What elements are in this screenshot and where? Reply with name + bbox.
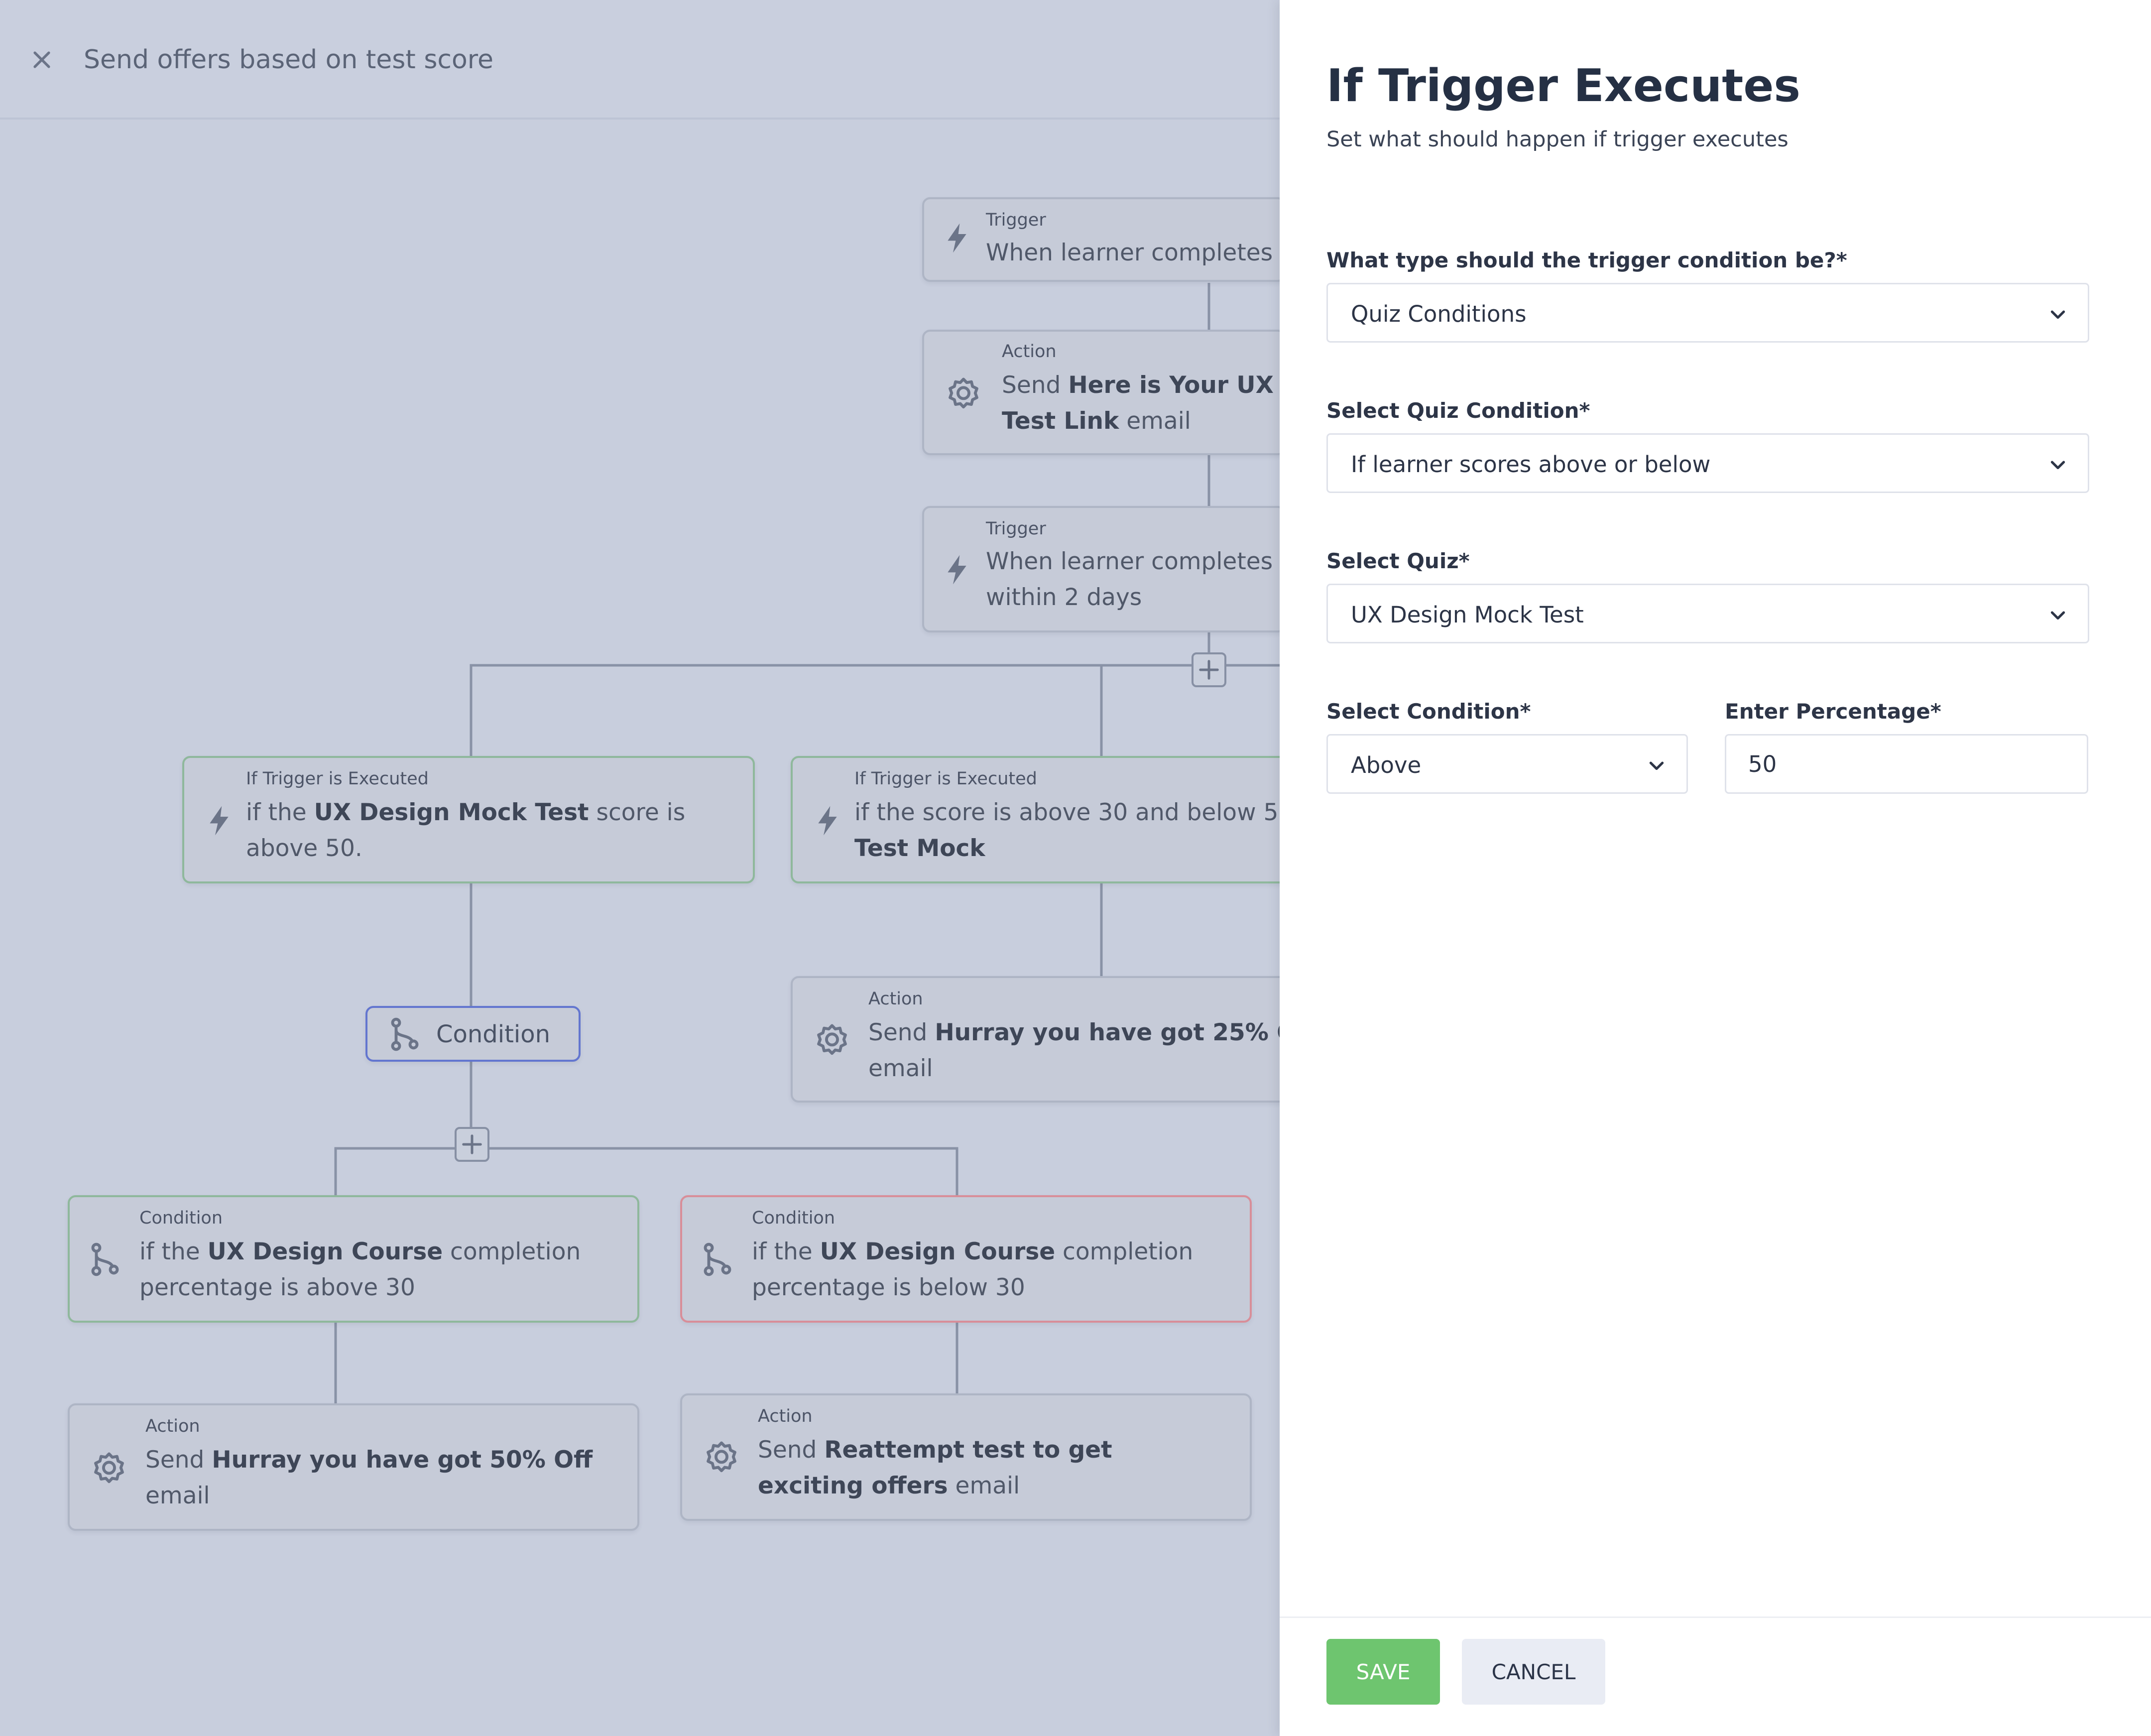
if-trigger-executed-node-left[interactable]: If Trigger is Executed if the UX Design … [182,756,755,883]
action-node-reattempt[interactable]: Action Send Reattempt test to get exciti… [680,1393,1252,1521]
node-kind-label: Action [868,989,923,1009]
quiz-condition-select[interactable]: If learner scores above or below [1326,433,2089,493]
node-kind-label: Trigger [986,519,1046,539]
bolt-icon [203,802,235,840]
node-description-line2: within 2 days [986,584,1142,611]
node-description: if the score is above 30 and below 50, [854,799,1280,826]
condition-node-above-30[interactable]: Condition if the UX Design Course comple… [68,1195,639,1323]
if-trigger-executed-node-right[interactable]: If Trigger is Executed if the score is a… [791,756,1280,883]
condition-label: Condition [436,1020,551,1048]
gear-icon [944,373,983,412]
chevron-down-icon [2048,605,2068,625]
add-condition-branch-button[interactable] [455,1127,489,1162]
trigger-node-1[interactable]: Trigger When learner completes UX [922,197,1280,282]
node-description: if the UX Design Course completion [752,1238,1194,1265]
node-description: When learner completes UX [986,239,1280,266]
condition-select[interactable]: Above [1326,734,1688,794]
node-description-line2: percentage is below 30 [752,1274,1025,1301]
node-description-line2: email [145,1482,210,1509]
node-kind-label: Trigger [986,210,1046,230]
condition-node-below-30[interactable]: Condition if the UX Design Course comple… [680,1195,1252,1323]
trigger-type-label: What type should the trigger condition b… [1326,248,1847,272]
trigger-node-2[interactable]: Trigger When learner completes UX within… [922,506,1280,632]
node-kind-label: Action [145,1416,200,1436]
node-kind-label: If Trigger is Executed [246,769,429,789]
node-description: if the UX Design Mock Test score is [246,799,686,826]
trigger-type-select[interactable]: Quiz Conditions [1326,283,2089,343]
quiz-condition-label: Select Quiz Condition* [1326,398,1590,423]
percentage-label: Enter Percentage* [1725,699,1941,724]
trigger-type-value: Quiz Conditions [1351,301,1527,327]
node-kind-label: If Trigger is Executed [854,769,1037,789]
node-description: Send Hurray you have got 50% Off [145,1446,593,1474]
branch-icon [88,1240,122,1279]
node-description-line2: above 50. [246,835,362,862]
chevron-down-icon [2048,455,2068,475]
drawer-subtitle: Set what should happen if trigger execut… [1326,127,1789,152]
plus-icon [1199,660,1219,680]
chevron-down-icon [2048,304,2068,324]
node-kind-label: Condition [752,1208,836,1228]
gear-icon [90,1448,128,1487]
add-branch-button[interactable] [1192,652,1226,687]
gear-icon [702,1437,741,1476]
node-description: if the UX Design Course completion [139,1238,581,1265]
node-description-line2: email [868,1055,933,1082]
node-kind-label: Condition [139,1208,223,1228]
node-description: Send Reattempt test to get [758,1436,1112,1464]
node-description-line2: Test Link email [1002,407,1191,435]
quiz-label: Select Quiz* [1326,549,1470,573]
trigger-settings-drawer: If Trigger Executes Set what should happ… [1280,0,2151,1736]
condition-node[interactable]: Condition [365,1006,581,1062]
percentage-input[interactable] [1725,734,2088,794]
node-description-line2: Test Mock [854,835,985,862]
action-node-25-off[interactable]: Action Send Hurray you have got 25% Off … [791,976,1280,1103]
bolt-icon [941,551,973,589]
quiz-select[interactable]: UX Design Mock Test [1326,584,2089,643]
chevron-down-icon [1647,755,1667,775]
action-node-50-off[interactable]: Action Send Hurray you have got 50% Off … [68,1403,639,1531]
node-description: Send Here is Your UX De [1002,372,1280,399]
condition-label: Select Condition* [1326,699,1531,724]
branch-icon [700,1240,735,1279]
quiz-value: UX Design Mock Test [1351,602,1584,628]
branch-icon [387,1017,422,1052]
bolt-icon [812,802,843,840]
bolt-icon [941,219,973,257]
plus-icon [462,1134,482,1154]
save-button[interactable]: SAVE [1326,1639,1440,1705]
quiz-condition-value: If learner scores above or below [1351,451,1711,478]
node-description: Send Hurray you have got 25% Off [868,1019,1280,1046]
gear-icon [813,1020,851,1059]
action-node-1[interactable]: Action Send Here is Your UX De Test Link… [922,330,1280,455]
workflow-canvas[interactable]: Send offers based on test score Trigger … [0,0,1280,1736]
node-kind-label: Action [1002,342,1057,362]
cancel-button[interactable]: CANCEL [1462,1639,1605,1705]
drawer-title: If Trigger Executes [1326,60,1800,112]
node-description-line2: exciting offers email [758,1472,1020,1499]
node-kind-label: Action [758,1406,813,1426]
drawer-footer: SAVE CANCEL [1280,1616,2151,1736]
condition-value: Above [1351,752,1422,778]
node-description-line2: percentage is above 30 [139,1274,415,1301]
node-description: When learner completes UX [986,548,1280,575]
